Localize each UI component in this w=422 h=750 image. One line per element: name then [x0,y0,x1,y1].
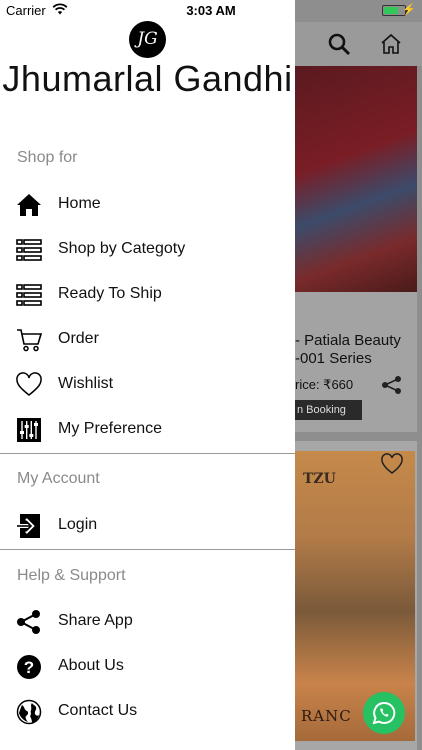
product-text: RANC [301,707,352,725]
product-title: - Patiala Beauty -001 Series [295,332,401,367]
menu-item-label: Ready To Ship [58,285,162,302]
section-my-account: My Account [17,470,100,487]
product-price: rice: ₹660 [295,377,354,392]
list-icon [16,284,42,306]
menu-item-label: Contact Us [58,702,138,719]
share-icon [17,610,40,634]
list-icon [16,239,42,261]
search-icon[interactable] [327,32,351,56]
question-icon: ? [17,655,41,679]
charging-icon: ⚡ [402,4,416,16]
menu-item-label: My Preference [58,420,163,437]
brand-name: Jhumarlal Gandhi [2,58,293,99]
login-icon [17,514,40,538]
home-icon [17,194,41,216]
menu-item-wishlist[interactable]: Wishlist [0,365,295,405]
cart-icon [17,329,42,352]
heart-icon [16,372,42,396]
menu-item-about-us[interactable]: ? About Us [0,647,295,687]
menu-item-contact-us[interactable]: Contact Us [0,692,295,732]
brand-logo: JG [129,21,166,58]
menu-item-label: Share App [58,612,133,629]
menu-item-ready-to-ship[interactable]: Ready To Ship [0,275,295,315]
section-help-support: Help & Support [17,567,126,584]
globe-icon [16,699,42,725]
booking-button[interactable]: n Booking [295,400,362,420]
status-bar: Carrier 3:03 AM ⚡ [0,0,422,22]
menu-item-shop-by-category[interactable]: Shop by Categoty [0,230,295,270]
menu-item-label: Order [58,330,99,347]
heart-icon[interactable] [380,453,404,475]
app-header [295,22,422,66]
clock: 3:03 AM [186,3,236,18]
menu-item-label: Wishlist [58,375,114,392]
product-brand: TZU [303,471,336,487]
menu-item-order[interactable]: Order [0,320,295,360]
menu-item-label: Login [58,516,98,533]
product-card[interactable]: - Patiala Beauty -001 Series rice: ₹660 … [295,66,417,432]
section-shop-for: Shop for [17,149,78,166]
share-icon[interactable] [381,376,403,394]
side-drawer: JG Jhumarlal Gandhi Shop for Home Shop b… [0,0,295,750]
menu-item-home[interactable]: Home [0,185,295,225]
menu-item-share-app[interactable]: Share App [0,602,295,642]
whatsapp-button[interactable] [363,692,405,734]
menu-item-my-preference[interactable]: My Preference [0,410,295,450]
sliders-icon [17,418,41,442]
menu-item-label: About Us [58,657,124,674]
whatsapp-icon [372,701,396,725]
background-app[interactable]: - Patiala Beauty -001 Series rice: ₹660 … [295,0,422,750]
home-icon[interactable] [379,32,403,56]
menu-item-label: Home [58,195,101,212]
divider [0,453,295,454]
divider [0,549,295,550]
menu-item-label: Shop by Categoty [58,240,186,257]
product-image[interactable] [295,66,417,292]
svg-text:?: ? [24,658,34,677]
menu-item-login[interactable]: Login [0,506,295,546]
